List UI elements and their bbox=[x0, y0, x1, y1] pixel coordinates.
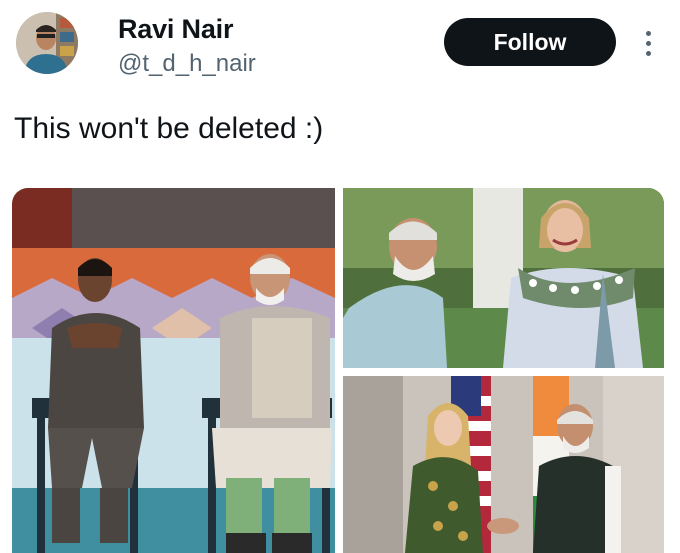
author-handle[interactable]: @t_d_h_nair bbox=[118, 50, 256, 78]
author-avatar[interactable] bbox=[16, 12, 78, 74]
dot bbox=[645, 40, 651, 46]
more-options-icon[interactable] bbox=[638, 26, 658, 60]
tweet-text: This won't be deleted :) bbox=[14, 112, 324, 145]
dot bbox=[645, 50, 651, 56]
author-display-name[interactable]: Ravi Nair bbox=[118, 14, 233, 45]
avatar-image bbox=[16, 12, 78, 74]
media-grid bbox=[12, 188, 664, 553]
dot bbox=[645, 30, 651, 36]
follow-button[interactable]: Follow bbox=[444, 18, 616, 66]
photo-stage-seated[interactable] bbox=[12, 188, 335, 553]
photo-handshake-flags[interactable] bbox=[343, 376, 664, 553]
photo-outdoor-greeting[interactable] bbox=[343, 188, 664, 368]
